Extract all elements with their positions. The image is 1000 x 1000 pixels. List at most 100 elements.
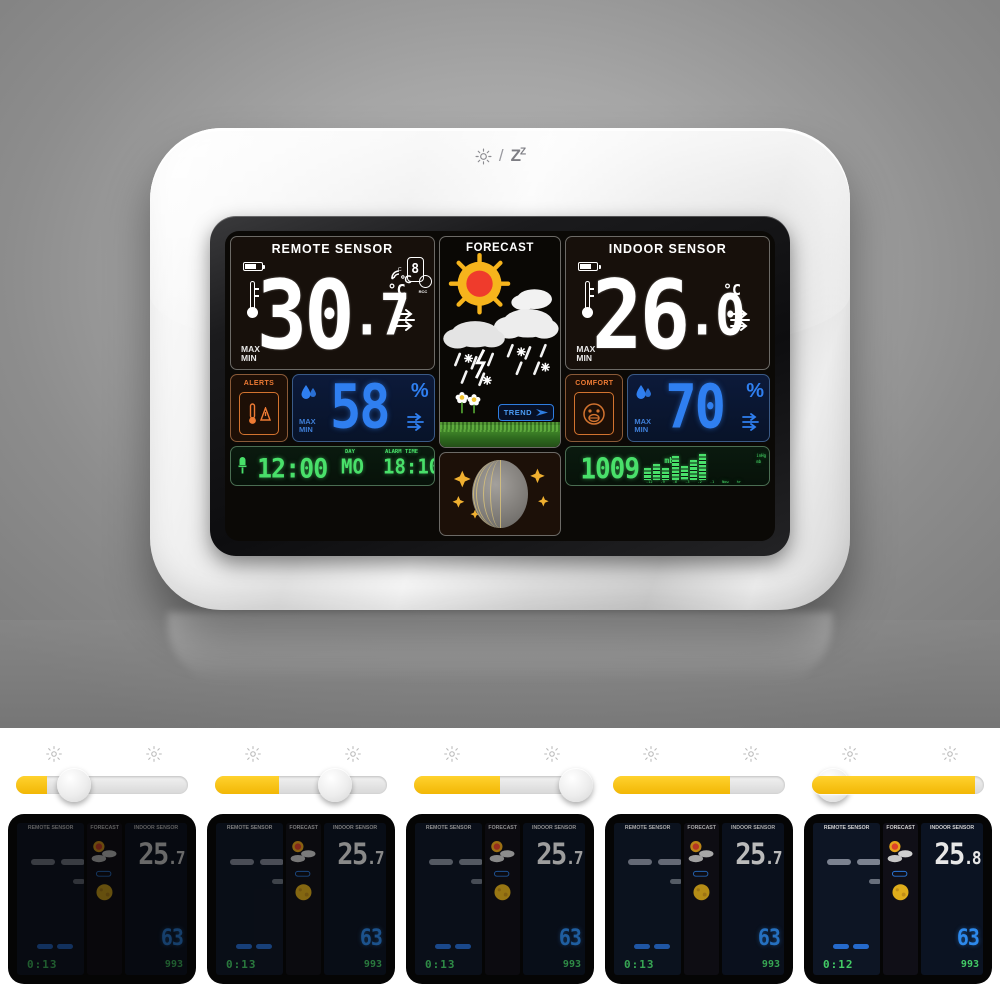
indoor-humidity-panel: 70 % MAX MIN [627, 373, 770, 443]
bezel-control-row[interactable]: / ZZ [150, 146, 850, 166]
humidity-trend-icon [406, 413, 424, 431]
thumb-indoor-label: INDOOR SENSOR [134, 825, 179, 831]
clock-time: 12:00 [257, 452, 328, 485]
thumb-indoor-label: INDOOR SENSOR [333, 825, 378, 831]
thumb-time: 0:13 [624, 958, 655, 971]
sun-dim-icon [245, 746, 261, 762]
thumb-remote-cell: REMOTE SENSOR 0:13 [614, 823, 682, 975]
forecast-grass [439, 422, 561, 447]
pressure-bar [662, 468, 670, 480]
slider-track[interactable] [812, 776, 984, 794]
thumb-remote-label: REMOTE SENSOR [823, 825, 870, 831]
screen-bezel: REMOTE SENSOR 30.7 °C 8 C ℃ RCC MAX MIN … [210, 216, 790, 556]
thumb-indoor-cell: INDOOR SENSOR 25.7 63 993 [324, 823, 386, 975]
thumb-remote-label: REMOTE SENSOR [27, 825, 74, 831]
forecast-column: FORECAST TREND [438, 236, 562, 536]
pressure-history-labels: -12 -9 -6 -3 -2 -1 Now hr [646, 480, 741, 484]
thumbnail-display: REMOTE SENSOR 0:13 FORECAST INDOOR SENSO… [605, 814, 793, 984]
pressure-bar [644, 468, 651, 480]
slider-track[interactable] [613, 776, 785, 794]
indoor-humidity-row: COMFORT 70 % MAX MIN [565, 373, 770, 443]
celsius-small-icon: ℃ [400, 275, 412, 286]
thumbnail-display: REMOTE SENSOR 0:13 FORECAST INDOOR SENSO… [406, 814, 594, 984]
thumb-pressure: 993 [363, 959, 382, 970]
thumb-remote-cell: REMOTE SENSOR 0:13 [216, 823, 284, 975]
pressure-bar [699, 454, 707, 480]
slider-track[interactable] [16, 776, 188, 794]
pressure-panel: 1009 mb -12 -9 -6 -3 -2 -1 Now hr inHg mb [565, 446, 770, 486]
slider-knob[interactable] [558, 768, 593, 802]
brightness-slider[interactable] [406, 746, 594, 814]
thumb-forecast-icon [290, 841, 316, 901]
brightness-variant: REMOTE SENSOR 0:12 FORECAST INDOOR SENSO… [804, 746, 992, 988]
lcd-screen: REMOTE SENSOR 30.7 °C 8 C ℃ RCC MAX MIN … [225, 231, 775, 541]
thumb-indoor-cell: INDOOR SENSOR 25.7 63 993 [722, 823, 784, 975]
thumb-forecast-cell: FORECAST [87, 823, 123, 975]
alerts-panel[interactable]: ALERTS [230, 374, 288, 442]
remote-sensor-column: REMOTE SENSOR 30.7 °C 8 C ℃ RCC MAX MIN … [230, 236, 435, 536]
thumb-pressure: 993 [960, 959, 979, 970]
thumb-remote-cell: REMOTE SENSOR 0:13 [415, 823, 483, 975]
forecast-panel: FORECAST TREND [438, 236, 562, 448]
sun-dim-icon [46, 746, 62, 762]
thumb-forecast-cell: FORECAST [286, 823, 322, 975]
thumb-indoor-label: INDOOR SENSOR [930, 825, 975, 831]
thumb-humidity: 63 [956, 923, 980, 951]
clock-panel: 12:00 DAY MO ALARM TIME 18:10 [230, 446, 435, 486]
comfort-panel[interactable]: COMFORT [565, 374, 624, 442]
brightness-sun-icon[interactable] [475, 147, 492, 165]
indoor-humidity-unit: % [746, 380, 764, 402]
alarm-time-value: 18:10 [383, 455, 435, 479]
pressure-bar-label: -6 [672, 480, 678, 484]
thumb-forecast-cell: FORECAST [684, 823, 720, 975]
slider-knob[interactable] [317, 768, 352, 802]
brightness-slider[interactable] [207, 746, 395, 814]
thumbnail-display: REMOTE SENSOR 0:12 FORECAST INDOOR SENSO… [804, 814, 992, 984]
pressure-bar-label: Now [722, 480, 729, 484]
weather-station-device: / ZZ REMOTE SENSOR 30 .7 °C 8 C ℃ RCC MA… [150, 128, 850, 610]
remote-humidity-value: 58 [329, 373, 391, 443]
moon-phase-panel [438, 452, 562, 536]
thumb-temperature: 25.7 [536, 837, 583, 872]
day-label: DAY [345, 449, 355, 455]
indoor-temp-panel: INDOOR SENSOR 26.0 °C MAX MIN [565, 236, 770, 370]
alerts-label: ALERTS [243, 380, 275, 387]
indoor-humidity-maxmin: MAX MIN [634, 417, 652, 435]
sun-bright-icon [942, 746, 958, 762]
brightness-slider[interactable] [605, 746, 850, 814]
slider-knob[interactable] [57, 768, 92, 802]
pressure-bar-label: hr [736, 480, 741, 484]
thumb-forecast-icon [887, 841, 913, 901]
brightness-slider[interactable] [804, 746, 992, 814]
brightness-variant: REMOTE SENSOR 0:13 FORECAST INDOOR SENSO… [605, 746, 850, 988]
slider-track[interactable] [215, 776, 387, 794]
brightness-variant-row: REMOTE SENSOR 0:13 FORECAST INDOOR SENSO… [0, 728, 1000, 1000]
brightness-variant: REMOTE SENSOR 0:13 FORECAST INDOOR SENSO… [406, 746, 594, 988]
comfort-icon-group [574, 392, 615, 435]
thumb-remote-label: REMOTE SENSOR [624, 825, 671, 831]
indoor-humidity-value: 70 [665, 373, 726, 443]
brightness-variant: REMOTE SENSOR 0:13 FORECAST INDOOR SENSO… [207, 746, 395, 988]
hero-scene: / ZZ REMOTE SENSOR 30 .7 °C 8 C ℃ RCC MA… [0, 0, 1000, 728]
sun-dim-icon [643, 746, 659, 762]
alarm-bell-icon [238, 457, 247, 474]
trend-arrows-icon [394, 309, 415, 331]
brightness-slider[interactable] [8, 746, 196, 814]
alarm-time-label: ALARM TIME [385, 449, 419, 455]
thumb-humidity: 63 [160, 923, 184, 951]
snooze-icon[interactable]: ZZ [511, 146, 527, 166]
thumb-forecast-label: FORECAST [488, 825, 517, 831]
thumb-indoor-label: INDOOR SENSOR [731, 825, 776, 831]
remote-humidity-row: ALERTS 58 % MAX MIN [230, 373, 435, 443]
thumb-indoor-cell: INDOOR SENSOR 25.7 63 993 [523, 823, 585, 975]
comfort-face-icon [583, 402, 606, 425]
remote-humidity-unit: % [410, 380, 429, 402]
indoor-trend-arrows-icon [730, 309, 750, 331]
slider-fill [414, 776, 500, 794]
sun-bright-icon [146, 746, 162, 762]
thumb-time: 0:13 [226, 958, 257, 971]
slider-fill [812, 776, 976, 794]
thumb-temperature: 25.7 [337, 837, 384, 872]
pressure-bar-label: -12 [646, 480, 653, 484]
indoor-sensor-title: INDOOR SENSOR [608, 242, 727, 256]
